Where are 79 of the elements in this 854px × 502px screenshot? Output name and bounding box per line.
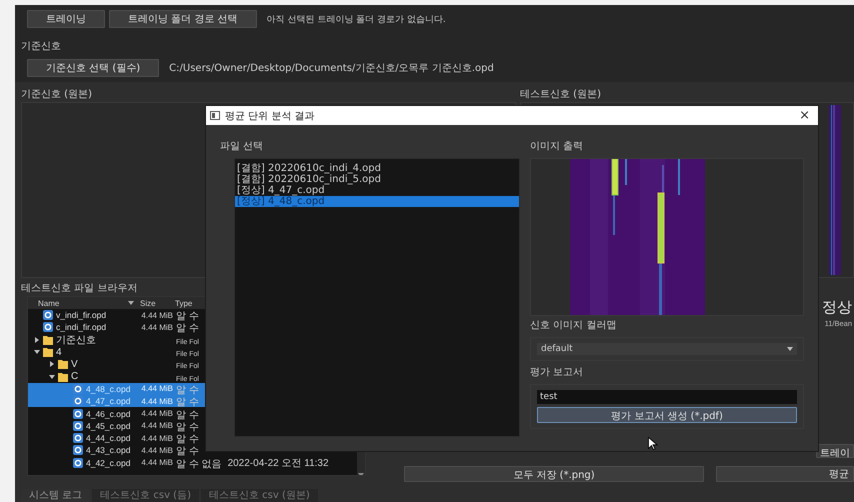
folder-icon (58, 372, 68, 382)
file-name: 4 (56, 346, 62, 358)
file-name: 4_42_c.opd (86, 458, 130, 468)
file-icon (73, 433, 83, 444)
file-name: c_indi_fir.opd (56, 322, 106, 332)
section-label: 기준신호 (21, 40, 62, 53)
file-name: 4_44_c.opd (86, 433, 130, 444)
file-date: 2022-04-22 오전 11:32 (228, 456, 329, 470)
file-name: 4_43_c.opd (86, 445, 130, 456)
file-icon (73, 458, 83, 468)
group-label: 이미지 출력 (530, 140, 584, 153)
file-icon (43, 310, 53, 320)
file-type: 알 수 (176, 384, 199, 396)
field-label: 신호 이미지 컬러맵 (530, 319, 618, 332)
cursor-icon (648, 437, 658, 450)
training-button[interactable]: 트레이 (816, 444, 854, 458)
app-icon (210, 111, 220, 120)
sort-icon (128, 301, 134, 305)
file-type: 알 수 (176, 410, 199, 421)
result-status: 정상 (822, 298, 853, 317)
dropdown-arrow-icon (787, 347, 793, 351)
colormap-dropdown[interactable]: default (537, 343, 797, 355)
file-type: 알 수 (176, 446, 199, 458)
file-name: 4_46_c.opd (86, 408, 130, 419)
file-name: V (71, 358, 78, 370)
select-folder-button[interactable]: 트레이닝 폴더 경로 선택 (109, 10, 257, 28)
panel-title: 테스트신호 파일 브라우저 (21, 282, 138, 296)
file-type: 알 수 (176, 422, 199, 433)
list-item[interactable]: [결함] 20220610c_indi_5.opd (235, 174, 519, 185)
file-name: C (71, 371, 78, 382)
file-size: 4.44 MiB (141, 458, 173, 468)
file-icon (73, 408, 83, 419)
file-list[interactable]: [결함] 20220610c_indi_4.opd [결함] 20220610c_indi_5.opd [정상] 4_47_c.opd [정상] 4_48_c.opd (234, 158, 520, 437)
file-type: 알 수 (176, 397, 199, 408)
save-all-button[interactable]: 모두 저장 (*.png) (404, 466, 704, 482)
file-size: 4.44 MiB (141, 396, 173, 406)
file-type: 알 수 (176, 434, 199, 446)
file-name: 4_48_c.opd (86, 384, 130, 394)
column-header[interactable]: Name (28, 298, 128, 308)
average-button[interactable]: 평균 (716, 466, 854, 482)
close-button[interactable]: × (795, 108, 814, 123)
select-reference-button[interactable]: 기준신호 선택 (필수) (27, 59, 160, 77)
file-size: 4.44 MiB (141, 322, 173, 332)
file-size: 4.44 MiB (141, 310, 173, 320)
column-header[interactable]: Size (138, 298, 173, 308)
folder-icon (43, 334, 53, 345)
list-item[interactable]: [정상] 4_47_c.opd (235, 185, 519, 196)
list-item[interactable]: [결함] 20220610c_indi_4.opd (235, 163, 519, 174)
status-text: 아직 선택된 트레이닝 폴더 경로가 없습니다. (266, 14, 446, 26)
training-button[interactable]: 트레이닝 (27, 10, 105, 28)
panel-title: 테스트신호 (원본) (520, 88, 602, 102)
file-type: 알 수 (176, 323, 199, 334)
field-label: 평가 보고서 (530, 366, 584, 379)
file-icon (43, 322, 53, 332)
report-name-field[interactable]: test (537, 390, 797, 404)
dialog-title: 평균 단위 분석 결과 (225, 110, 315, 122)
file-size: 4.44 MiB (141, 434, 173, 443)
file-size: 4.44 MiB (141, 446, 173, 455)
file-icon (73, 445, 83, 456)
file-type: 알 수 없음 (176, 458, 222, 470)
file-size: 4.44 MiB (141, 384, 173, 394)
file-icon (73, 420, 83, 431)
tree-row[interactable]: 4_42_c.opd 4.44 MiB 알 수 없음 2022-04-22 오전 11:32 (28, 456, 356, 469)
file-size: 4.44 MiB (141, 409, 173, 418)
file-path: C:/Users/Owner/Desktop/Documents/기준신호/오목루 기준신호.opd (169, 62, 494, 75)
file-name: 4_45_c.opd (86, 420, 130, 431)
file-type: 알 수 (176, 311, 199, 322)
folder-icon (43, 347, 53, 358)
file-icon (73, 384, 83, 394)
tree-row[interactable]: 4_43_c.opd 4.44 MiB 알 수 (28, 444, 356, 457)
file-icon (73, 396, 83, 406)
file-name: 4_47_c.opd (86, 396, 130, 406)
folder-icon (58, 359, 68, 370)
group-label: 파일 선택 (220, 140, 264, 153)
generate-report-button[interactable]: 평가 보고서 생성 (*.pdf) (537, 407, 797, 423)
panel-title: 기준신호 (원본) (21, 88, 93, 102)
file-name: v_indi_fir.opd (56, 310, 106, 320)
file-name: 기준신호 (56, 334, 96, 347)
file-size: 4.44 MiB (141, 421, 173, 430)
